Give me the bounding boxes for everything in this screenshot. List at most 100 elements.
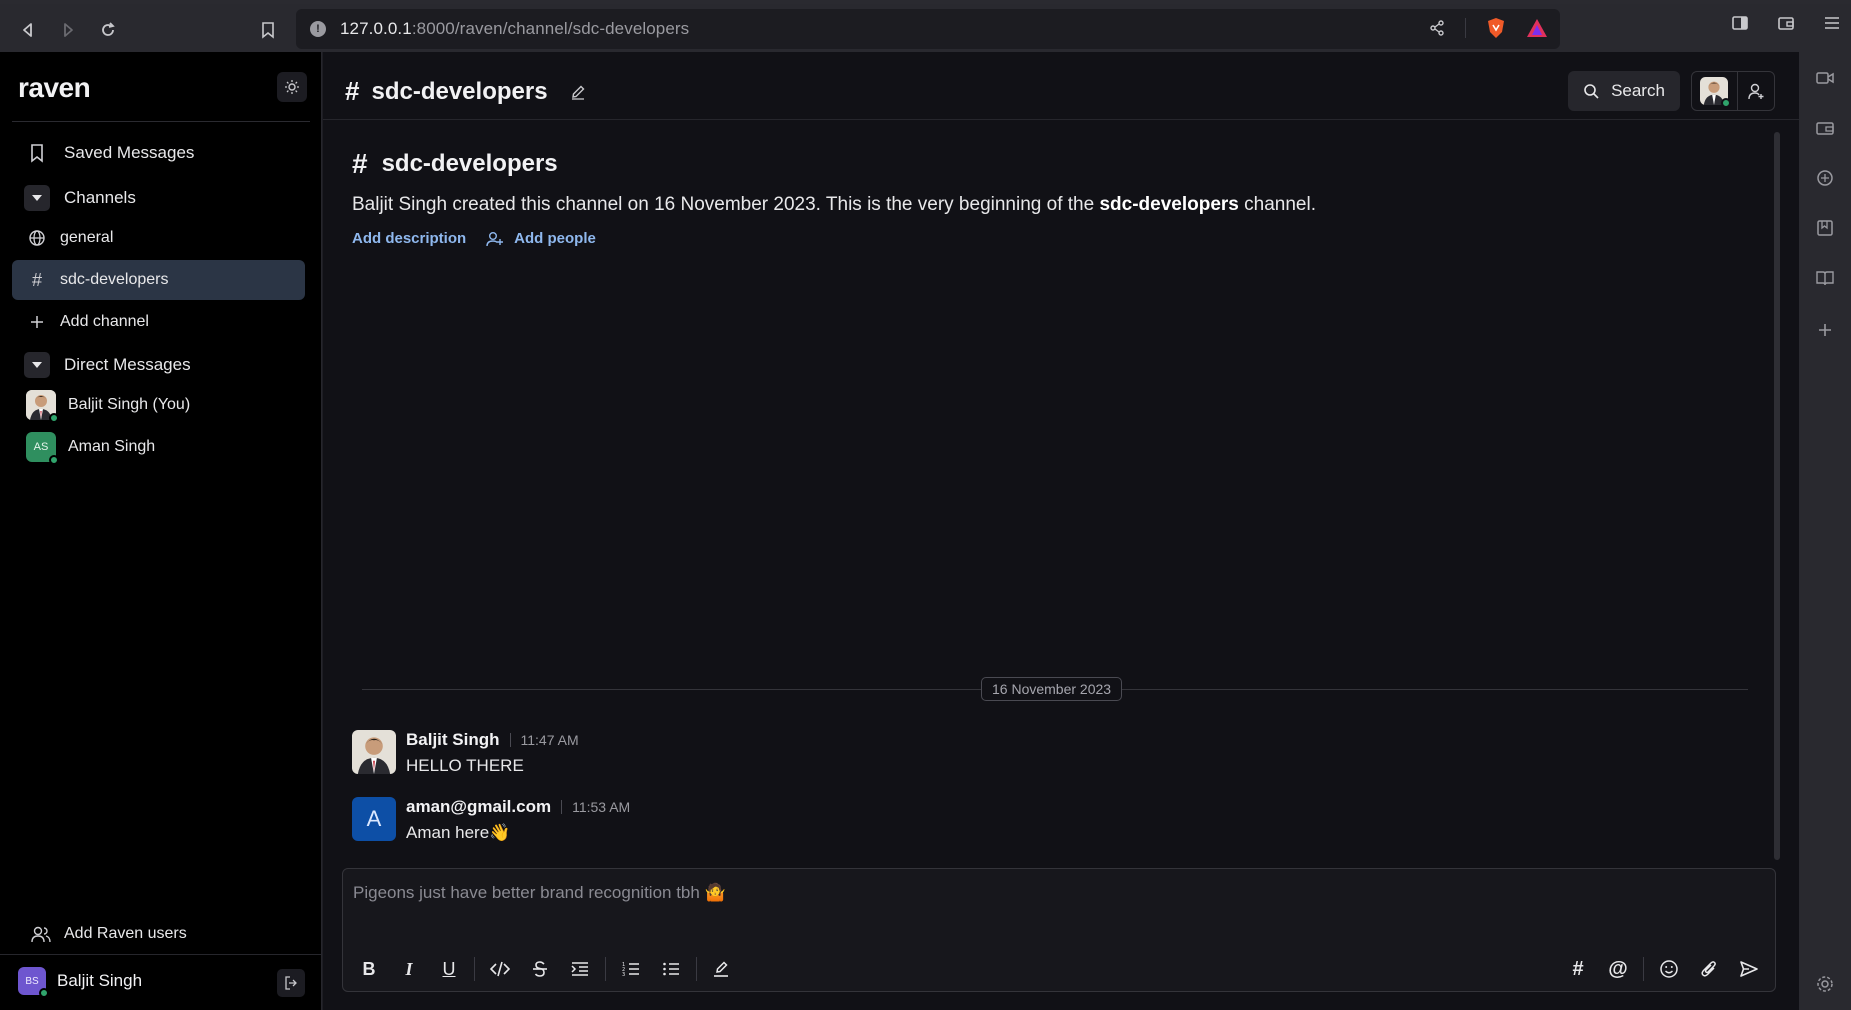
page-title: # sdc-developers [345,76,586,107]
code-icon[interactable] [480,952,520,986]
bullet-list-icon[interactable] [651,952,691,986]
add-raven-users-button[interactable]: Add Raven users [12,914,305,954]
online-status-icon [1721,98,1731,108]
composer-toolbar: B I U 123 # @ [343,945,1775,993]
sidebar-item-general[interactable]: general [12,218,305,258]
caret-down-icon[interactable] [24,185,50,211]
search-label: Search [1611,81,1665,100]
menu-icon[interactable] [1823,14,1841,32]
avatar[interactable]: A [352,797,396,841]
online-status-icon [49,455,59,465]
message-item[interactable]: Baljit Singh 11:47 AM HELLO THERE [352,730,579,776]
online-status-icon [49,413,59,423]
message-author[interactable]: aman@gmail.com [406,797,551,817]
globe-icon [26,227,48,249]
add-panel-icon[interactable] [1815,320,1835,340]
message-composer[interactable]: Pigeons just have better brand recogniti… [342,868,1776,992]
divider [509,733,511,747]
avatar[interactable]: BS [18,967,49,998]
highlight-icon[interactable] [702,952,742,986]
ordered-list-icon[interactable]: 123 [611,952,651,986]
attachment-icon[interactable] [1689,952,1729,986]
site-info-icon[interactable]: ! [310,21,326,37]
hash-icon: # [31,269,42,290]
raven-logo: raven [18,72,91,103]
add-user-icon [486,231,504,247]
sidebar-item-label: Saved Messages [64,143,195,162]
brave-rewards-icon[interactable] [1526,18,1548,38]
message-input-placeholder[interactable]: Pigeons just have better brand recogniti… [353,883,726,903]
message-timestamp: 11:47 AM [520,732,579,748]
message-item[interactable]: A aman@gmail.com 11:53 AM Aman here👋 [352,797,630,843]
message-scrollbar[interactable] [1774,132,1780,860]
intro-text: Baljit Singh created this channel on 16 … [352,194,1100,215]
bold-icon[interactable]: B [349,952,389,986]
plus-icon [26,311,48,333]
emoji-icon[interactable] [1649,952,1689,986]
member-avatar[interactable] [1700,77,1731,108]
wallet-icon[interactable] [1777,14,1795,32]
bookmarks-panel-icon[interactable] [1815,218,1835,238]
sidebar-item-label: sdc-developers [60,271,169,288]
edit-pencil-icon[interactable] [570,84,586,100]
reading-list-icon[interactable] [1815,268,1835,288]
message-author[interactable]: Baljit Singh [406,730,500,750]
avatar[interactable] [352,730,396,774]
intro-description: Baljit Singh created this channel on 16 … [352,194,1316,216]
add-description-link[interactable]: Add description [352,230,466,247]
italic-icon[interactable]: I [389,952,429,986]
underline-icon[interactable]: U [429,952,469,986]
settings-gear-icon[interactable] [1815,974,1835,994]
sidebar-toggle-icon[interactable] [1731,14,1749,32]
intro-channel-name: sdc-developers [381,150,558,177]
channel-header: # sdc-developers Search [323,52,1799,120]
url-text: 127.0.0.1:8000/raven/channel/sdc-develop… [340,19,690,38]
add-member-icon[interactable] [1738,82,1774,100]
avatar: AS [26,432,59,465]
add-channel-button[interactable]: Add channel [12,302,305,342]
divider [474,957,475,981]
sidebar-item-label: Add Raven users [64,925,187,942]
wallet-panel-icon[interactable] [1815,118,1835,138]
sidebar-item-dm-baljit[interactable]: Baljit Singh (You) [12,385,305,425]
avatar [26,390,59,423]
bookmark-icon[interactable] [252,14,284,46]
user-mention-icon[interactable]: @ [1598,952,1638,986]
channel-name: sdc-developers [371,77,548,105]
share-icon[interactable] [1429,20,1445,36]
theme-toggle-button[interactable] [277,72,307,102]
hash-icon: # [345,76,360,106]
back-icon[interactable] [12,14,44,46]
forward-icon[interactable] [52,14,84,46]
message-text: HELLO THERE [406,756,524,775]
channel-members[interactable] [1691,71,1775,111]
channels-section-header[interactable]: Channels [12,178,305,218]
sidebar-item-sdc-developers[interactable]: # sdc-developers [12,260,305,300]
channel-mention-icon[interactable]: # [1558,952,1598,986]
section-label: Direct Messages [64,355,191,374]
raven-sidebar: raven Saved Messages Channels general # … [0,52,322,1010]
sidebar-item-dm-aman[interactable]: AS Aman Singh [12,427,305,467]
avatar-initial: A [366,806,382,831]
address-bar[interactable]: ! 127.0.0.1:8000/raven/channel/sdc-devel… [296,9,1560,49]
strikethrough-icon[interactable] [520,952,560,986]
send-icon[interactable] [1729,952,1769,986]
browser-side-panel [1799,52,1851,1010]
caret-down-icon[interactable] [24,352,50,378]
search-button[interactable]: Search [1568,71,1680,111]
brave-shield-icon[interactable] [1486,17,1506,39]
logout-button[interactable] [277,969,305,997]
sidebar-item-label: general [60,229,114,246]
online-status-icon [39,988,49,998]
add-people-link[interactable]: Add people [486,230,596,247]
add-people-label: Add people [514,230,596,247]
video-call-icon[interactable] [1815,68,1835,88]
sidebar-divider [12,121,310,122]
reload-icon[interactable] [92,14,124,46]
divider [696,957,697,981]
sidebar-item-saved-messages[interactable]: Saved Messages [12,133,305,173]
leo-ai-icon[interactable] [1815,168,1835,188]
dm-section-header[interactable]: Direct Messages [12,345,305,385]
indent-icon[interactable] [560,952,600,986]
avatar-initials: BS [25,975,39,987]
